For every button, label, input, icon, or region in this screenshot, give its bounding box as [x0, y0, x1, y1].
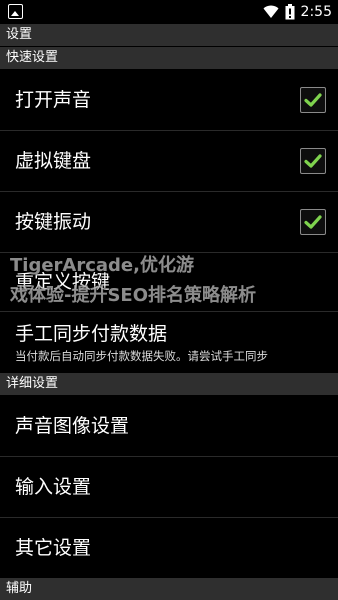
check-icon — [304, 93, 322, 107]
setting-label: 打开声音 — [15, 89, 92, 111]
setting-key-vibration-toggle[interactable]: 按键振动 — [0, 192, 338, 252]
setting-label: 声音图像设置 — [15, 415, 130, 437]
battery-alert-icon — [285, 4, 295, 20]
sound-checkbox[interactable] — [300, 87, 326, 113]
section-header-quick: 快速设置 — [0, 47, 338, 69]
setting-input[interactable]: 输入设置 — [0, 457, 338, 517]
setting-remap-keys[interactable]: 重定义按键 — [0, 253, 338, 311]
key-vibration-checkbox[interactable] — [300, 209, 326, 235]
gallery-notification-icon — [8, 4, 23, 19]
setting-virtual-keyboard-toggle[interactable]: 虚拟键盘 — [0, 131, 338, 191]
check-icon — [304, 215, 322, 229]
setting-label: 虚拟键盘 — [15, 150, 92, 172]
section-header-assist: 辅助 — [0, 578, 338, 600]
setting-label: 输入设置 — [15, 476, 92, 498]
setting-label: 按键振动 — [15, 211, 92, 233]
setting-label: 重定义按键 — [15, 271, 111, 293]
virtual-keyboard-checkbox[interactable] — [300, 148, 326, 174]
clock: 2:55 — [300, 4, 332, 20]
setting-sound-toggle[interactable]: 打开声音 — [0, 70, 338, 130]
status-bar: 2:55 — [0, 0, 338, 24]
wifi-icon — [263, 5, 279, 18]
check-icon — [304, 154, 322, 168]
page-title: 设置 — [0, 24, 338, 46]
setting-label: 手工同步付款数据 — [15, 323, 168, 345]
setting-summary: 当付款后自动同步付款数据失败。请尝试手工同步 — [15, 349, 268, 363]
section-header-detail: 详细设置 — [0, 373, 338, 395]
setting-sound-graphics[interactable]: 声音图像设置 — [0, 396, 338, 456]
setting-label: 其它设置 — [15, 537, 92, 559]
setting-manual-sync[interactable]: 手工同步付款数据 当付款后自动同步付款数据失败。请尝试手工同步 — [0, 312, 338, 372]
setting-other[interactable]: 其它设置 — [0, 518, 338, 578]
